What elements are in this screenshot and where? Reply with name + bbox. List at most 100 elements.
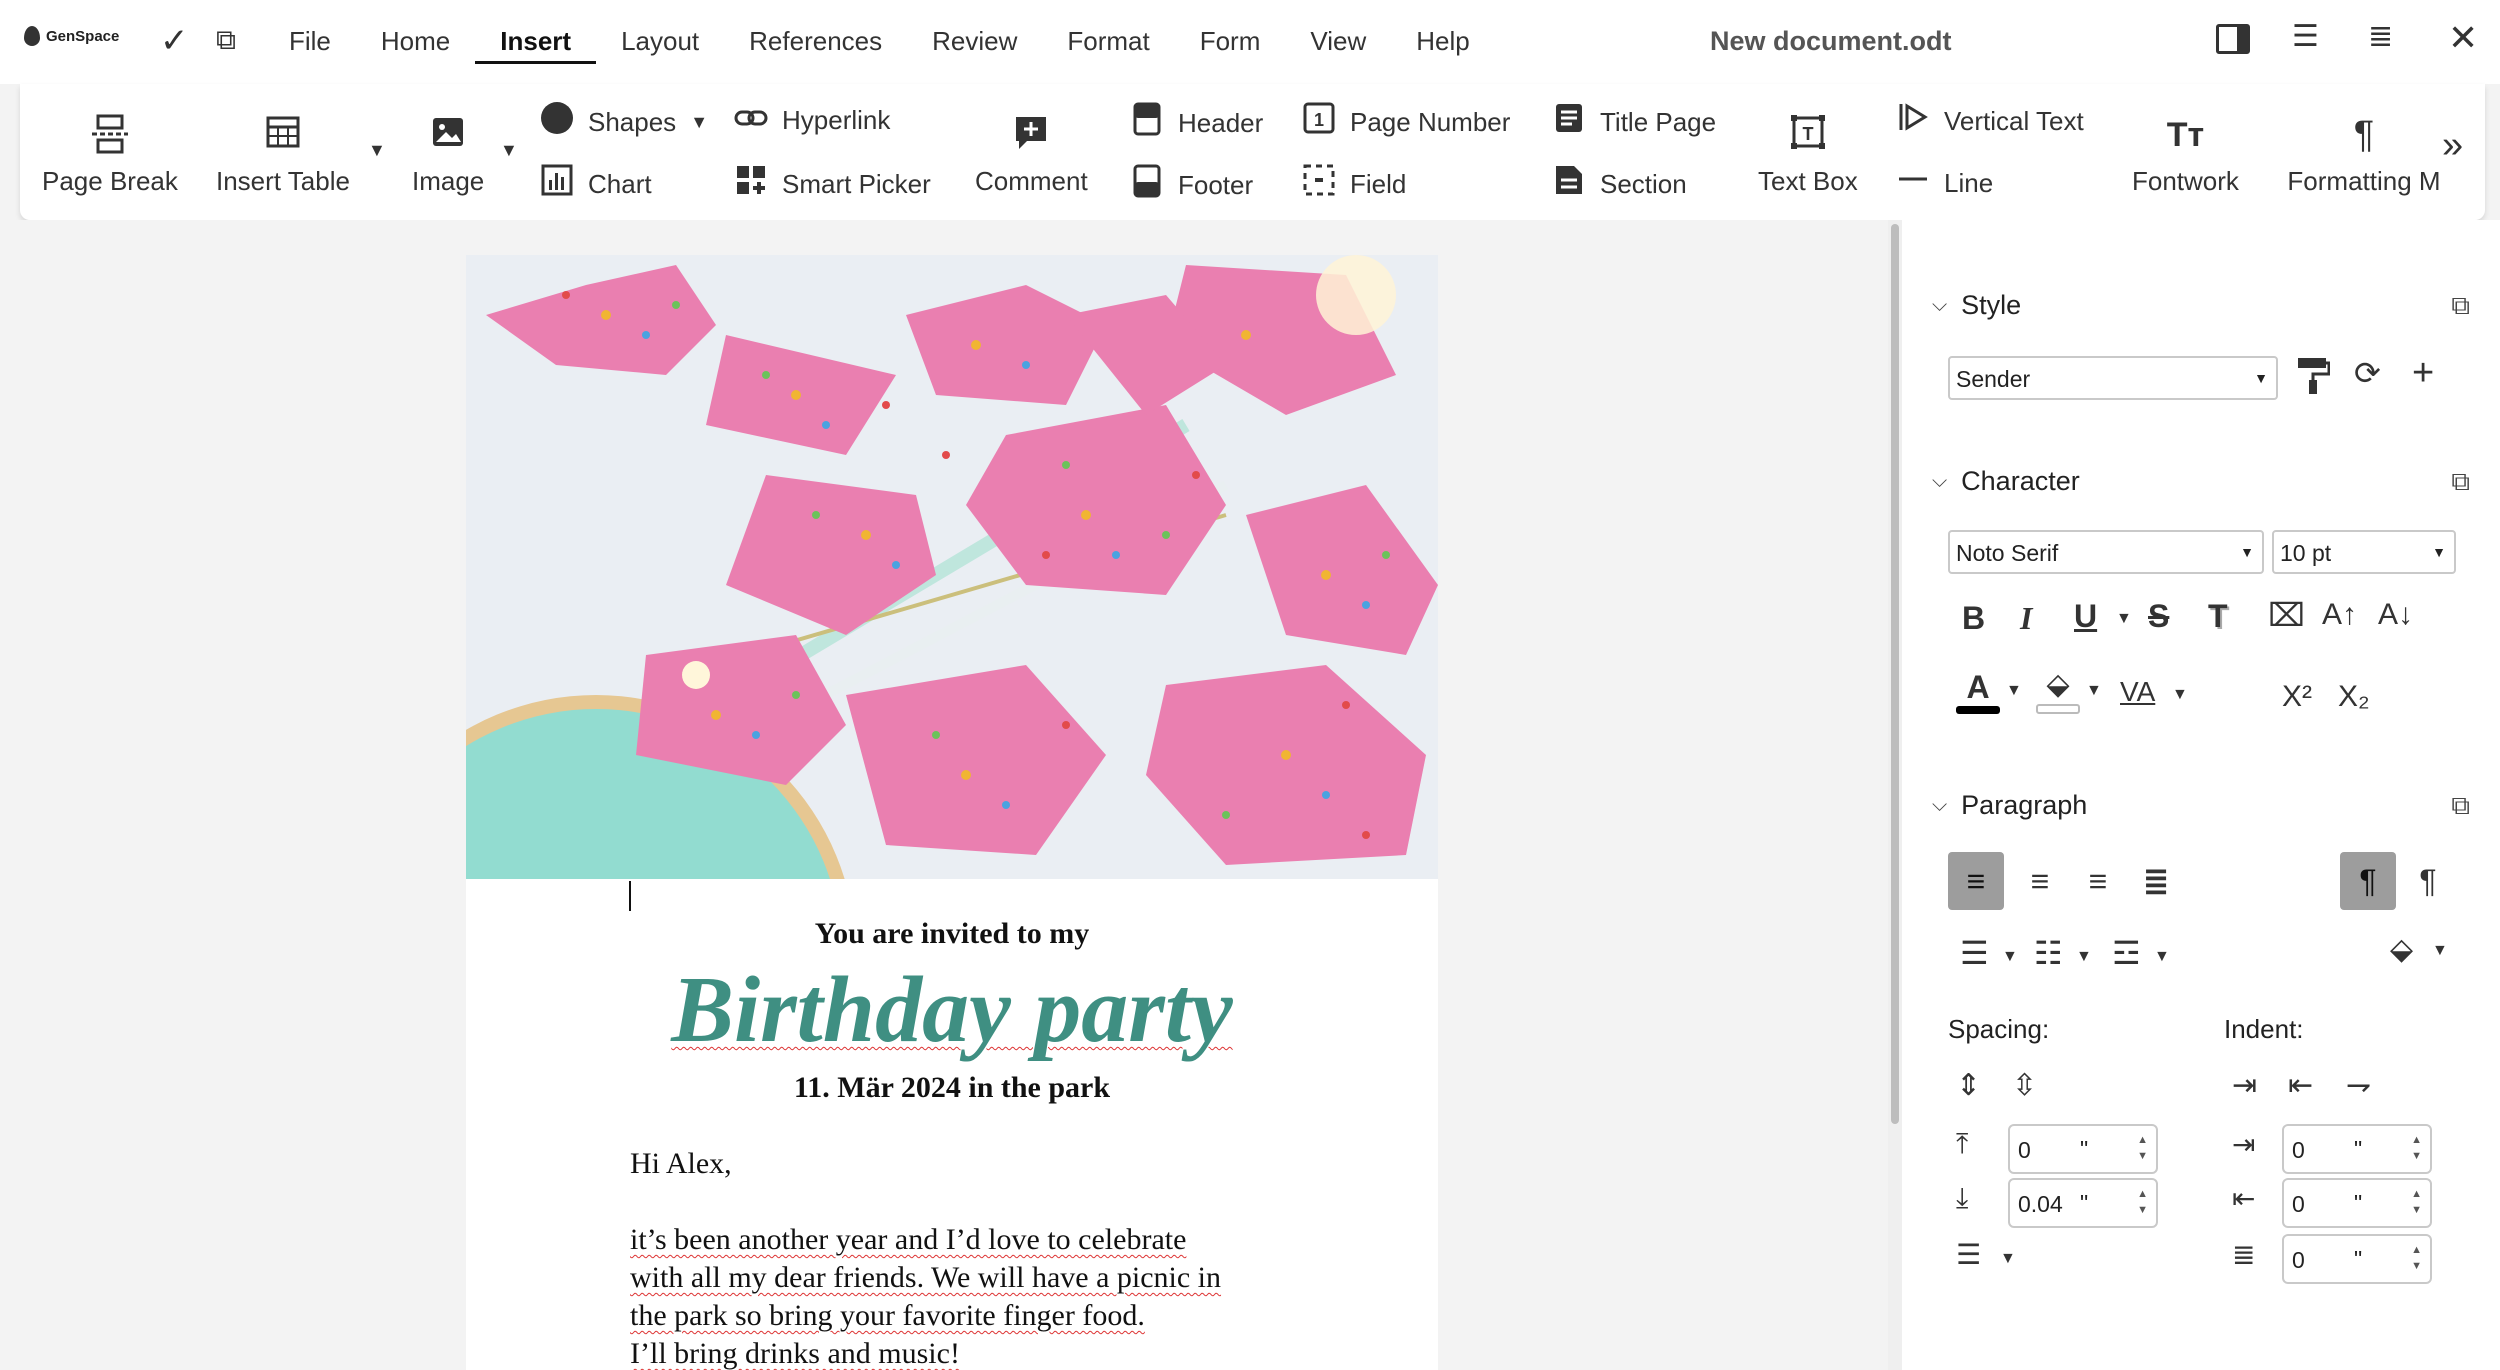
paragraph-background-dropdown-icon[interactable]: ▼ (2432, 942, 2448, 960)
highlight-color-icon[interactable]: ⬙ (2036, 670, 2080, 714)
justify-icon[interactable]: ≣ (2128, 852, 2184, 910)
character-spacing-dropdown-icon[interactable]: ▼ (2172, 686, 2188, 704)
update-style-icon[interactable]: ⟳ (2354, 354, 2381, 392)
menu-references[interactable]: References (724, 22, 907, 64)
outline-list-dropdown-icon[interactable]: ▼ (2154, 948, 2170, 966)
numbered-list-icon[interactable]: ☷ (2034, 934, 2063, 972)
menu-file[interactable]: File (264, 22, 356, 64)
spin-arrows-icon[interactable]: ▲ ▼ (2411, 1242, 2422, 1274)
grow-font-icon[interactable]: A↑ (2322, 598, 2357, 632)
page-number-button[interactable]: 1 Page Number (1302, 102, 1510, 142)
insert-table-dropdown-icon[interactable]: ▼ (368, 140, 386, 161)
greeting[interactable]: Hi Alex, (630, 1147, 732, 1181)
text-box-button[interactable]: T Text Box (1758, 114, 1858, 197)
title-page-button[interactable]: Title Page (1552, 102, 1716, 142)
font-color-dropdown-icon[interactable]: ▼ (2006, 682, 2022, 700)
spin-arrows-icon[interactable]: ▲ ▼ (2137, 1132, 2148, 1164)
font-color-icon[interactable]: A (1956, 671, 2000, 714)
header-button[interactable]: Header (1130, 102, 1263, 144)
align-left-icon[interactable]: ≡ (1948, 852, 2004, 910)
invite-line[interactable]: You are invited to my (466, 917, 1438, 951)
underline-icon[interactable]: U (2074, 598, 2097, 635)
headline[interactable]: Birthday party (466, 958, 1438, 1062)
line-button[interactable]: Line (1896, 164, 1993, 202)
chart-button[interactable]: Chart (540, 164, 652, 204)
paragraph-section-header[interactable]: ⌵ Paragraph (1932, 790, 2087, 821)
character-spacing-icon[interactable]: VA (2120, 676, 2155, 708)
italic-icon[interactable]: I (2020, 600, 2032, 637)
align-right-icon[interactable]: ≡ (2070, 852, 2126, 910)
align-center-icon[interactable]: ≡ (2012, 852, 2068, 910)
hanging-indent-icon[interactable]: ⇁ (2346, 1068, 2371, 1103)
menu-insert[interactable]: Insert (475, 22, 597, 64)
menu-format[interactable]: Format (1042, 22, 1174, 64)
clear-formatting-icon[interactable]: ⌧ (2268, 596, 2305, 634)
menu-home[interactable]: Home (356, 22, 475, 64)
image-dropdown-icon[interactable]: ▼ (500, 140, 518, 161)
comment-button[interactable]: Comment (975, 114, 1088, 197)
line-spacing-icon[interactable]: ☰ (1956, 1238, 1981, 1271)
style-more-options-icon[interactable]: ⧉ (2451, 290, 2470, 322)
bullet-list-dropdown-icon[interactable]: ▼ (2002, 948, 2018, 966)
strikethrough-icon[interactable]: S (2148, 598, 2169, 635)
bullet-list-icon[interactable]: ☰ (1960, 934, 1989, 972)
rtl-paragraph-icon[interactable]: ¶ (2400, 852, 2456, 910)
spin-arrows-icon[interactable]: ▲ ▼ (2411, 1132, 2422, 1164)
sidebar-toggle-icon[interactable] (2216, 24, 2250, 54)
font-size-select[interactable]: 10 pt ▼ (2272, 530, 2456, 574)
hyperlink-button[interactable]: Hyperlink (734, 102, 890, 139)
bold-icon[interactable]: B (1962, 600, 1985, 637)
date-line[interactable]: 11. Mär 2024 in the park (466, 1071, 1438, 1105)
paragraph-style-select[interactable]: Sender ▼ (1948, 356, 2278, 400)
image-button[interactable]: Image (412, 114, 484, 197)
decrease-spacing-icon[interactable]: ⇳ (2012, 1068, 2037, 1103)
formatting-marks-button[interactable]: ¶ Formatting M (2280, 114, 2448, 197)
superscript-icon[interactable]: X² (2282, 680, 2312, 714)
paintbrush-clone-icon[interactable] (2296, 356, 2331, 404)
paragraph-more-options-icon[interactable]: ⧉ (2451, 790, 2470, 822)
list-view-icon[interactable]: ☰ (2292, 22, 2319, 52)
shapes-dropdown-icon[interactable]: ▼ (690, 112, 708, 133)
page-break-button[interactable]: Page Break (42, 114, 178, 197)
shadow-icon[interactable]: T (2208, 598, 2228, 635)
font-name-select[interactable]: Noto Serif ▼ (1948, 530, 2264, 574)
settings-sliders-icon[interactable]: ≣ (2368, 22, 2393, 52)
checkmark-icon[interactable]: ✓ (160, 24, 189, 58)
subscript-icon[interactable]: X₂ (2338, 680, 2370, 714)
indent-before-field[interactable]: 0 " ▲ ▼ (2282, 1124, 2432, 1174)
body-paragraph[interactable]: it’s been another year and I’d love to c… (630, 1221, 1221, 1370)
ribbon-overflow-icon[interactable]: » (2442, 124, 2463, 167)
shrink-font-icon[interactable]: A↓ (2378, 598, 2413, 632)
new-style-icon[interactable]: + (2412, 352, 2434, 395)
spin-arrows-icon[interactable]: ▲ ▼ (2137, 1186, 2148, 1218)
fontwork-button[interactable]: Tт Fontwork (2132, 114, 2239, 197)
underline-dropdown-icon[interactable]: ▼ (2116, 610, 2132, 628)
section-button[interactable]: Section (1552, 164, 1687, 204)
menu-review[interactable]: Review (907, 22, 1042, 64)
field-button[interactable]: Field (1302, 164, 1406, 204)
increase-spacing-icon[interactable]: ⇕ (1956, 1068, 1981, 1103)
menu-form[interactable]: Form (1175, 22, 1286, 64)
paragraph-background-icon[interactable]: ⬙ (2390, 932, 2413, 967)
highlight-dropdown-icon[interactable]: ▼ (2086, 682, 2102, 700)
footer-button[interactable]: Footer (1130, 164, 1253, 206)
shapes-button[interactable]: Shapes ▼ (540, 102, 708, 142)
style-section-header[interactable]: ⌵ Style (1932, 290, 2021, 321)
increase-indent-icon[interactable]: ⇥ (2232, 1068, 2257, 1103)
ltr-paragraph-icon[interactable]: ¶ (2340, 852, 2396, 910)
document-page[interactable]: You are invited to my Birthday party 11.… (466, 255, 1438, 1370)
menu-help[interactable]: Help (1391, 22, 1494, 64)
spin-arrows-icon[interactable]: ▲ ▼ (2411, 1186, 2422, 1218)
vertical-text-button[interactable]: Vertical Text (1896, 102, 2084, 140)
scrollbar-thumb[interactable] (1891, 224, 1899, 1124)
spacing-below-field[interactable]: 0.04 " ▲ ▼ (2008, 1178, 2158, 1228)
character-section-header[interactable]: ⌵ Character (1932, 466, 2080, 497)
spacing-above-field[interactable]: 0 " ▲ ▼ (2008, 1124, 2158, 1174)
indent-after-field[interactable]: 0 " ▲ ▼ (2282, 1178, 2432, 1228)
menu-view[interactable]: View (1285, 22, 1391, 64)
character-more-options-icon[interactable]: ⧉ (2451, 466, 2470, 498)
outline-list-icon[interactable]: ☲ (2112, 934, 2141, 972)
line-spacing-dropdown-icon[interactable]: ▼ (2000, 1250, 2016, 1268)
decrease-indent-icon[interactable]: ⇤ (2288, 1068, 2313, 1103)
numbered-list-dropdown-icon[interactable]: ▼ (2076, 948, 2092, 966)
